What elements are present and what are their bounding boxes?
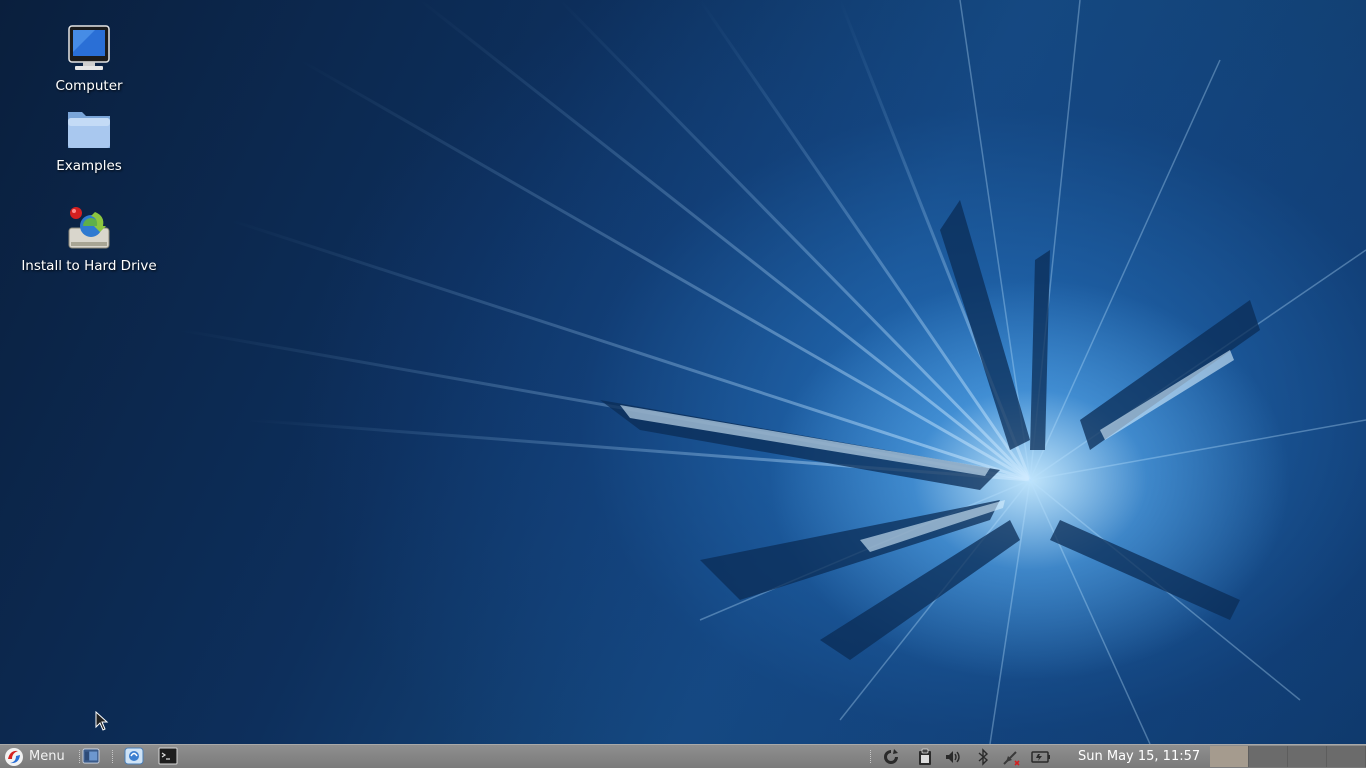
desktop-icon-label: Examples [56, 158, 122, 174]
clipboard-icon[interactable] [916, 748, 934, 766]
workspace-1[interactable] [1210, 746, 1249, 767]
bluetooth-icon[interactable] [974, 748, 992, 766]
workspace-2[interactable] [1249, 746, 1288, 767]
wallpaper [179, 0, 1366, 744]
taskbar-separator [870, 750, 873, 763]
desktop-icon-install[interactable]: Install to Hard Drive [14, 204, 164, 274]
workspace-3[interactable] [1288, 746, 1327, 767]
control-center-icon [124, 747, 144, 765]
taskbar: Menu Sun May 15, 11:57 [0, 744, 1366, 768]
volume-icon[interactable] [944, 748, 962, 766]
launcher-terminal[interactable] [158, 746, 180, 766]
taskbar-separator [112, 750, 115, 763]
folder-icon [68, 112, 110, 148]
desktop-icon-label: Computer [55, 78, 123, 94]
mouse-pointer-icon [95, 711, 109, 731]
update-manager-icon[interactable] [882, 748, 900, 766]
network-disconnected-icon[interactable] [1002, 748, 1020, 766]
distro-logo-icon [5, 747, 23, 766]
battery-icon[interactable] [1031, 748, 1051, 766]
launcher-control-center[interactable] [124, 746, 146, 766]
desktop-icon-label: Install to Hard Drive [21, 258, 157, 274]
installer-icon [68, 207, 110, 249]
file-manager-icon [82, 748, 100, 764]
launcher-file-manager[interactable] [82, 746, 104, 766]
clock[interactable]: Sun May 15, 11:57 [1078, 745, 1200, 768]
clock-label: Sun May 15, 11:57 [1078, 749, 1201, 764]
menu-label: Menu [29, 749, 65, 764]
terminal-icon [158, 747, 178, 765]
workspace-4[interactable] [1327, 746, 1366, 767]
desktop[interactable]: Computer Examples Install to Hard Drive [0, 0, 1366, 744]
desktop-icon-examples[interactable]: Examples [14, 104, 164, 174]
desktop-icon-computer[interactable]: Computer [14, 24, 164, 94]
menu-button[interactable]: Menu [4, 745, 65, 768]
computer-icon [68, 25, 110, 70]
